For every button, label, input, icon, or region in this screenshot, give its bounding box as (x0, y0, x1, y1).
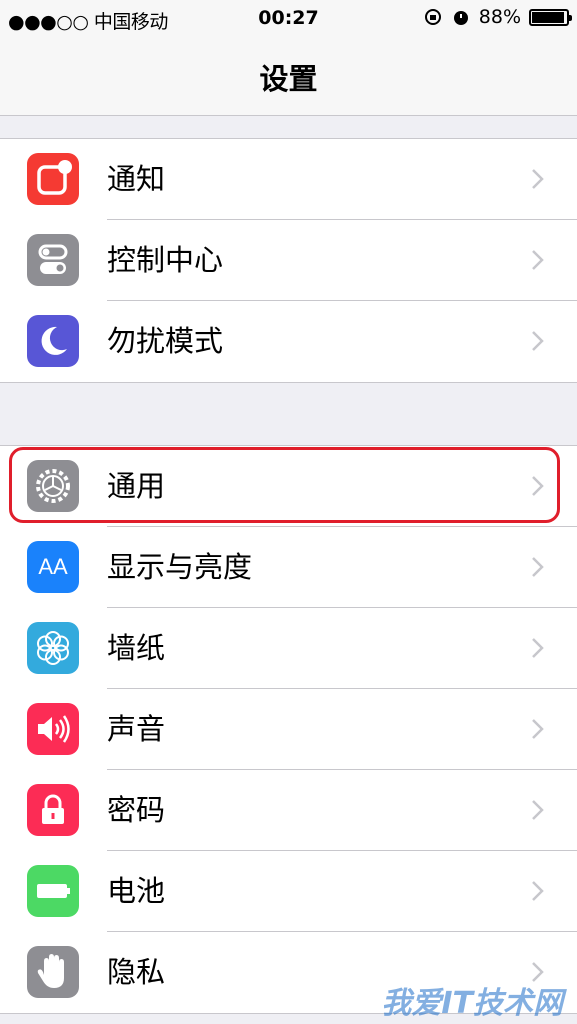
hand-icon (27, 946, 79, 998)
chevron-right-icon (532, 881, 544, 901)
settings-row-wallpaper[interactable]: 墙纸 (0, 608, 577, 689)
chevron-right-icon (532, 719, 544, 739)
wallpaper-icon (27, 622, 79, 674)
settings-row-passcode[interactable]: 密码 (0, 770, 577, 851)
settings-group-2: 通用 AA 显示与亮度 墙纸 声音 密码 电池 隐私 (0, 445, 577, 1014)
control-center-icon (27, 234, 79, 286)
settings-row-label: 控制中心 (107, 243, 224, 277)
settings-row-notifications[interactable]: 通知 (0, 139, 577, 220)
settings-row-battery[interactable]: 电池 (0, 851, 577, 932)
speaker-icon (27, 703, 79, 755)
battery-icon (27, 865, 79, 917)
display-icon: AA (27, 541, 79, 593)
chevron-right-icon (532, 557, 544, 577)
settings-row-label: 通知 (107, 162, 166, 196)
settings-row-label: 勿扰模式 (107, 324, 224, 358)
settings-row-label: 密码 (107, 793, 166, 827)
settings-group-1: 通知 控制中心 勿扰模式 (0, 138, 577, 383)
chevron-right-icon (532, 169, 544, 189)
highlight-annotation (9, 447, 560, 523)
settings-row-label: 显示与亮度 (107, 550, 253, 584)
watermark: 我爱IT技术网 (381, 986, 563, 1021)
settings-row-label: 声音 (107, 712, 166, 746)
settings-row-label: 隐私 (107, 955, 166, 989)
settings-row-control-center[interactable]: 控制中心 (0, 220, 577, 301)
notifications-icon (27, 153, 79, 205)
settings-row-sounds[interactable]: 声音 (0, 689, 577, 770)
chevron-right-icon (532, 250, 544, 270)
battery-level-icon (529, 8, 572, 26)
navigation-bar: 设置 (0, 38, 577, 116)
chevron-right-icon (532, 638, 544, 658)
battery-percent: 88% (478, 6, 521, 28)
settings-row-display-brightness[interactable]: AA 显示与亮度 (0, 527, 577, 608)
page-title: 设置 (259, 62, 318, 96)
chevron-right-icon (532, 331, 544, 351)
moon-icon (27, 315, 79, 367)
chevron-right-icon (532, 800, 544, 820)
settings-row-do-not-disturb[interactable]: 勿扰模式 (0, 301, 577, 382)
settings-row-label: 墙纸 (107, 631, 166, 665)
lock-icon (27, 784, 79, 836)
alarm-icon (453, 11, 468, 25)
settings-row-label: 电池 (107, 874, 166, 908)
rotation-lock-icon (424, 9, 441, 25)
status-bar: ●●●○○ 中国移动 00:27 88% (0, 0, 577, 38)
